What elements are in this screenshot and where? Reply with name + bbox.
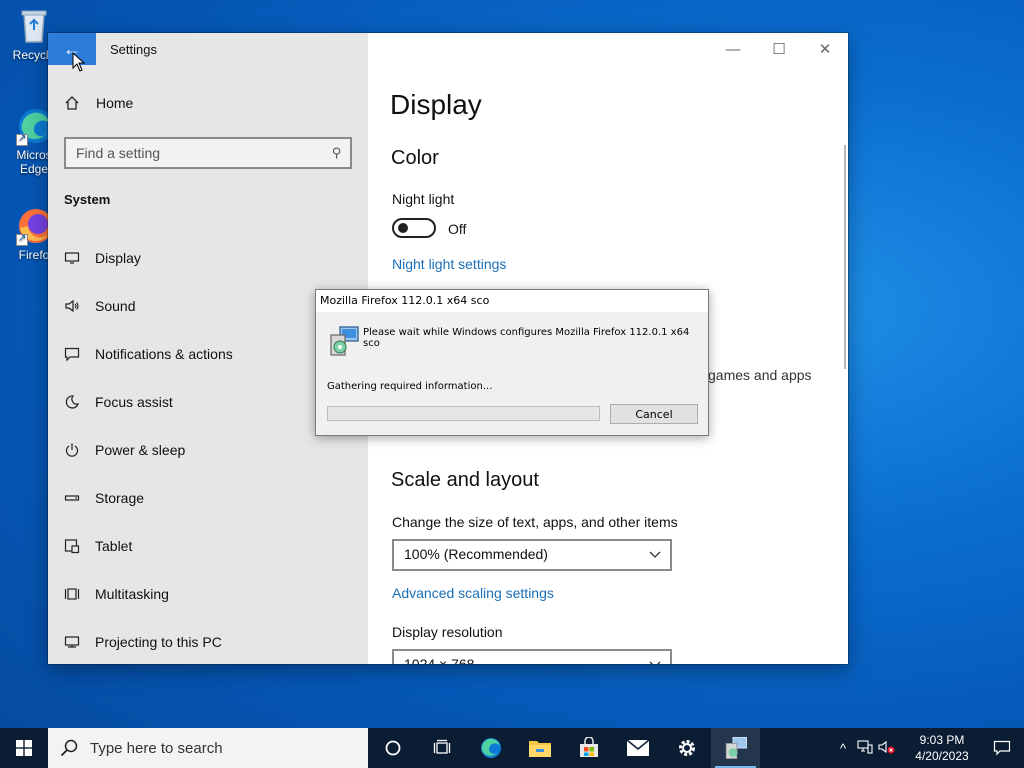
nav-item-projecting[interactable]: Projecting to this PC xyxy=(48,618,368,664)
section-title-color: Color xyxy=(391,147,439,169)
content-scrollbar[interactable] xyxy=(844,145,846,369)
window-caption-buttons: — ☐ ✕ xyxy=(710,33,848,65)
nav-item-label: Sound xyxy=(95,298,136,314)
monitor-icon xyxy=(64,250,80,266)
nav-item-label: Display xyxy=(95,250,141,266)
installer-icon xyxy=(328,325,360,357)
cancel-button[interactable]: Cancel xyxy=(610,404,698,424)
projector-icon xyxy=(64,634,80,650)
system-tray: ^ 9:03 PM 4/20/2023 xyxy=(832,728,1024,768)
dialog-message: Please wait while Windows configures Moz… xyxy=(363,327,690,349)
store-icon xyxy=(579,737,598,757)
minimize-button[interactable]: — xyxy=(710,33,756,65)
hidden-content-text: games and apps xyxy=(708,367,812,383)
edge-icon xyxy=(480,738,501,758)
storage-icon xyxy=(64,490,80,506)
nav-item-label: Notifications & actions xyxy=(95,346,233,362)
search-icon xyxy=(60,739,78,757)
resolution-value: 1024 × 768 xyxy=(404,656,475,664)
scale-dropdown[interactable]: 100% (Recommended) xyxy=(392,539,672,571)
cortana-icon xyxy=(385,740,400,756)
nav-item-display[interactable]: Display xyxy=(48,234,368,282)
maximize-button[interactable]: ☐ xyxy=(756,33,802,65)
dialog-status: Gathering required information... xyxy=(327,381,493,392)
nav-item-label: Storage xyxy=(95,490,145,506)
title-bar[interactable]: ← Settings xyxy=(48,33,368,65)
advanced-scaling-link[interactable]: Advanced scaling settings xyxy=(392,585,554,601)
speaker-icon xyxy=(64,298,80,314)
file-explorer-icon xyxy=(528,741,551,757)
nav-item-label: Focus assist xyxy=(95,394,173,410)
nav-item-multitasking[interactable]: Multitasking xyxy=(48,570,368,618)
night-light-settings-link[interactable]: Night light settings xyxy=(392,256,506,272)
resolution-dropdown[interactable]: 1024 × 768 xyxy=(392,649,672,664)
dialog-progress-bar xyxy=(327,406,600,421)
nav-item-label: Tablet xyxy=(95,538,133,554)
start-button[interactable] xyxy=(0,728,48,768)
mouse-cursor-icon xyxy=(72,52,86,72)
cortana-button[interactable] xyxy=(368,728,417,768)
task-view-button[interactable] xyxy=(417,728,466,768)
task-view-icon xyxy=(433,739,450,754)
scale-label: Change the size of text, apps, and other… xyxy=(392,514,678,530)
night-light-state: Off xyxy=(448,221,467,237)
section-title-scale: Scale and layout xyxy=(391,469,539,491)
taskbar-search-placeholder: Type here to search xyxy=(90,739,223,757)
mail-icon xyxy=(626,739,649,756)
taskbar-installer-button[interactable] xyxy=(711,728,760,768)
window-title: Settings xyxy=(110,42,157,57)
scale-value: 100% (Recommended) xyxy=(404,546,548,562)
nav-item-label: Power & sleep xyxy=(95,442,186,458)
taskbar-edge-button[interactable] xyxy=(466,728,515,768)
find-setting-input[interactable]: Find a setting ⚲ xyxy=(64,137,352,169)
taskbar-store-button[interactable] xyxy=(564,728,613,768)
chevron-down-icon xyxy=(648,653,662,664)
group-label-system: System xyxy=(64,192,111,207)
dialog-title[interactable]: Mozilla Firefox 112.0.1 x64 sco xyxy=(316,290,708,312)
volume-muted-icon[interactable] xyxy=(876,740,898,757)
night-light-label: Night light xyxy=(392,191,455,207)
taskbar-mail-button[interactable] xyxy=(613,728,662,768)
taskbar-clock[interactable]: 9:03 PM 4/20/2023 xyxy=(904,732,980,764)
windows-logo-icon xyxy=(16,740,32,756)
clock-date: 4/20/2023 xyxy=(915,749,969,763)
nav-item-tablet[interactable]: Tablet xyxy=(48,522,368,570)
notification-icon xyxy=(64,346,80,362)
power-icon xyxy=(64,442,80,458)
network-icon[interactable] xyxy=(854,739,876,757)
taskbar-settings-button[interactable] xyxy=(662,728,711,768)
taskbar-search-box[interactable]: Type here to search xyxy=(48,728,368,768)
taskbar-file-explorer-button[interactable] xyxy=(515,728,564,768)
notification-icon xyxy=(993,740,1011,756)
taskbar-apps xyxy=(368,728,760,768)
settings-icon xyxy=(678,740,695,756)
chevron-up-icon[interactable]: ^ xyxy=(832,741,854,756)
nav-home[interactable]: Home xyxy=(64,95,133,111)
moon-icon xyxy=(64,394,80,410)
chevron-down-icon xyxy=(648,543,662,568)
clock-time: 9:03 PM xyxy=(919,733,965,747)
night-light-toggle[interactable] xyxy=(392,218,436,238)
search-icon: ⚲ xyxy=(332,145,342,160)
close-button[interactable]: ✕ xyxy=(802,33,848,65)
search-placeholder: Find a setting xyxy=(76,145,161,161)
taskbar: Type here to search ^ 9:03 PM 4/20/2023 xyxy=(0,728,1024,768)
installer-icon xyxy=(725,737,747,759)
resolution-label: Display resolution xyxy=(392,624,503,640)
nav-item-label: Multitasking xyxy=(95,586,169,602)
nav-item-storage[interactable]: Storage xyxy=(48,474,368,522)
page-title: Display xyxy=(390,89,482,120)
multitasking-icon xyxy=(64,586,80,602)
installer-dialog: Mozilla Firefox 112.0.1 x64 sco Please w… xyxy=(315,289,709,436)
home-label: Home xyxy=(96,95,134,111)
tablet-icon xyxy=(64,538,80,554)
action-center-button[interactable] xyxy=(980,728,1024,768)
nav-item-label: Projecting to this PC xyxy=(95,634,222,650)
home-icon xyxy=(65,96,79,110)
